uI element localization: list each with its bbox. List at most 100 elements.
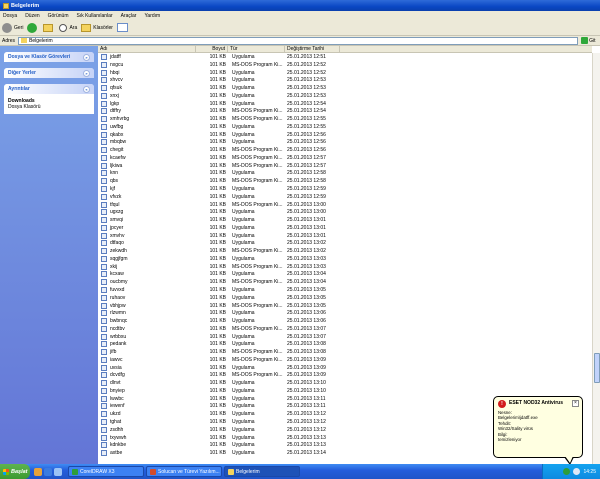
back-icon <box>2 22 12 33</box>
file-name: pedank <box>110 341 127 348</box>
table-row[interactable]: ljkiwa 101 KB MS-DOS Program Ki... 25.01.20… <box>98 162 592 171</box>
table-row[interactable]: tfqul 101 KB MS-DOS Program Ki... 25.01.201… <box>98 201 592 210</box>
col-type[interactable]: Tür <box>228 46 285 53</box>
table-row[interactable]: xhvcv 101 KB Uygulama 25.01.2013 12:53 <box>98 77 592 85</box>
table-row[interactable]: fuvvxd 101 KB Uygulama 25.01.2013 13:05 <box>98 286 592 295</box>
table-row[interactable]: kjf 101 KB Uygulama 25.01.2013 12:59 <box>98 186 592 194</box>
exe-file-icon <box>101 139 107 146</box>
chevron-icon[interactable]: « <box>83 85 90 93</box>
table-row[interactable]: dtfaqo 101 KB Uygulama 25.01.2013 13:02 <box>98 240 592 248</box>
table-row[interactable]: kcaefw 101 KB MS-DOS Program Ki... 25.01.20… <box>98 154 592 163</box>
file-name: lgkp <box>110 100 120 107</box>
back-button[interactable]: Geri <box>2 22 24 33</box>
exe-file-icon <box>101 349 107 356</box>
table-row[interactable]: mbqbw 101 KB Uygulama 25.01.2013 12:56 <box>98 139 592 147</box>
table-row[interactable]: ncdtbv 101 KB MS-DOS Program Ki... 25.01.20… <box>98 325 592 334</box>
up-button[interactable] <box>43 23 55 32</box>
table-row[interactable]: jdatff 101 KB Uygulama 25.01.2013 12:51 <box>98 54 592 62</box>
col-size[interactable]: Boyut <box>196 46 228 53</box>
table-row[interactable]: bwbnqc 101 KB Uygulama 25.01.2013 13:06 <box>98 318 592 326</box>
table-row[interactable]: qfsuk 101 KB Uygulama 25.01.2013 12:53 <box>98 85 592 93</box>
table-row[interactable]: rlzwmn 101 KB Uygulama 25.01.2013 13:06 <box>98 310 592 318</box>
menu-sik-kullanilanlar[interactable]: Sık Kullanılanlar <box>76 13 112 19</box>
menu-araclar[interactable]: Araçlar <box>121 13 137 19</box>
start-button[interactable]: Başlat <box>0 464 30 479</box>
table-row[interactable]: qkabx 101 KB Uygulama 25.01.2013 12:56 <box>98 131 592 140</box>
table-row[interactable]: oucbmy 101 KB MS-DOS Program Ki... 25.01.20… <box>98 279 592 287</box>
browser-icon[interactable] <box>44 467 52 476</box>
start-label: Başlat <box>11 468 28 475</box>
table-row[interactable]: dcvdfg 101 KB MS-DOS Program Ki... 25.01.20… <box>98 372 592 380</box>
table-row[interactable]: jifb 101 KB MS-DOS Program Ki... 25.01.2013… <box>98 349 592 357</box>
file-size: 101 KB <box>209 162 226 169</box>
antivirus-tray-icon[interactable] <box>563 468 571 475</box>
network-icon[interactable] <box>573 468 581 475</box>
table-row[interactable]: zekwdh 101 KB MS-DOS Program Ki... 25.01.20… <box>98 248 592 256</box>
chevron-icon[interactable]: » <box>83 69 90 77</box>
table-row[interactable]: bnyiep 101 KB Uygulama 25.01.2013 13:10 <box>98 387 592 396</box>
scroll-thumb[interactable] <box>594 353 600 383</box>
table-row[interactable]: ruhaov 101 KB Uygulama 25.01.2013 13:05 <box>98 294 592 303</box>
menu-yardim[interactable]: Yardım <box>144 13 160 19</box>
desktop-icon[interactable] <box>54 467 62 476</box>
exe-file-icon <box>101 248 107 255</box>
file-type: MS-DOS Program Ki... <box>232 248 283 255</box>
table-row[interactable]: sqgjfgm 101 KB Uygulama 25.01.2013 13:03 <box>98 255 592 264</box>
table-row[interactable]: qbs 101 KB MS-DOS Program Ki... 25.01.2013 … <box>98 178 592 186</box>
file-size: 101 KB <box>209 271 226 278</box>
table-row[interactable]: xmhvrbg 101 KB MS-DOS Program Ki... 25.01.2… <box>98 116 592 124</box>
table-row[interactable]: nxgcu 101 KB MS-DOS Program Ki... 25.01.201… <box>98 61 592 70</box>
forward-button[interactable] <box>27 22 39 33</box>
menu-dosya[interactable]: Dosya <box>3 13 17 19</box>
table-row[interactable]: hbqi 101 KB Uygulama 25.01.2013 12:52 <box>98 69 592 78</box>
table-row[interactable]: ugxzg 101 KB Uygulama 25.01.2013 13:00 <box>98 209 592 217</box>
close-icon[interactable]: × <box>572 400 579 407</box>
table-row[interactable]: vbhjpw 101 KB MS-DOS Program Ki... 25.01.20… <box>98 302 592 311</box>
folders-button[interactable]: Klasörler <box>81 23 113 32</box>
panel-header[interactable]: Ayrıntılar « <box>4 84 94 94</box>
table-row[interactable]: smvqi 101 KB Uygulama 25.01.2013 13:01 <box>98 217 592 225</box>
task-solucan[interactable]: Solucan ve Türevi Yazılım... <box>146 466 222 477</box>
file-name: xmvhv <box>110 232 125 239</box>
table-row[interactable]: knn 101 KB Uygulama 25.01.2013 12:58 <box>98 170 592 178</box>
go-button[interactable]: Git <box>581 37 595 44</box>
file-modified: 25.01.2013 13:04 <box>287 271 326 278</box>
table-row[interactable]: xnxj 101 KB Uygulama 25.01.2013 12:53 <box>98 92 592 101</box>
file-size: 101 KB <box>209 186 226 193</box>
views-button[interactable] <box>116 23 128 32</box>
table-row[interactable]: pedank 101 KB Uygulama 25.01.2013 13:08 <box>98 341 592 349</box>
search-button[interactable]: Ara <box>59 23 77 32</box>
exe-file-icon <box>101 279 107 286</box>
menu-gorunum[interactable]: Görünüm <box>48 13 69 19</box>
table-row[interactable]: xkij 101 KB MS-DOS Program Ki... 25.01.2013… <box>98 263 592 272</box>
col-name[interactable]: Adı <box>98 46 196 53</box>
table-row[interactable]: lgkp 101 KB Uygulama 25.01.2013 12:54 <box>98 100 592 109</box>
task-coreldraw[interactable]: CorelDRAW X3 <box>68 466 144 477</box>
table-row[interactable]: chegit 101 KB MS-DOS Program Ki... 25.01.20… <box>98 147 592 155</box>
vertical-scrollbar[interactable] <box>592 53 600 464</box>
exe-file-icon <box>101 294 107 301</box>
table-row[interactable]: wrbbxu 101 KB Uygulama 25.01.2013 13:07 <box>98 333 592 342</box>
task-belgelerim[interactable]: Belgelerim <box>224 466 300 477</box>
file-type: Uygulama <box>232 364 255 371</box>
app-icon[interactable] <box>34 467 42 476</box>
col-modified[interactable]: Değiştirme Tarihi <box>285 46 340 53</box>
file-modified: 25.01.2013 13:09 <box>287 372 326 379</box>
file-type: MS-DOS Program Ki... <box>232 325 283 332</box>
table-row[interactable]: vfvzk 101 KB Uygulama 25.01.2013 12:59 <box>98 193 592 202</box>
table-row[interactable]: dtffry 101 KB MS-DOS Program Ki... 25.01.20… <box>98 108 592 116</box>
panel-header[interactable]: Dosya ve Klasör Görevleri » <box>4 52 94 62</box>
table-row[interactable]: uwfbg 101 KB Uygulama 25.01.2013 12:55 <box>98 123 592 132</box>
table-row[interactable]: iawvc 101 KB MS-DOS Program Ki... 25.01.201… <box>98 356 592 365</box>
table-row[interactable]: xmvhv 101 KB Uygulama 25.01.2013 13:01 <box>98 232 592 241</box>
address-input[interactable]: Belgelerim <box>18 36 579 45</box>
back-label: Geri <box>14 24 24 31</box>
table-row[interactable]: uvsia 101 KB Uygulama 25.01.2013 13:09 <box>98 364 592 373</box>
table-row[interactable]: dlnvt 101 KB Uygulama 25.01.2013 13:10 <box>98 380 592 388</box>
menu-duzen[interactable]: Düzen <box>25 13 39 19</box>
panel-header[interactable]: Diğer Yerler » <box>4 68 94 78</box>
table-row[interactable]: jpcyer 101 KB Uygulama 25.01.2013 13:01 <box>98 224 592 233</box>
table-row[interactable]: kcxaw 101 KB Uygulama 25.01.2013 13:04 <box>98 271 592 279</box>
chevron-icon[interactable]: » <box>83 53 90 61</box>
file-name: jdatff <box>110 54 121 60</box>
